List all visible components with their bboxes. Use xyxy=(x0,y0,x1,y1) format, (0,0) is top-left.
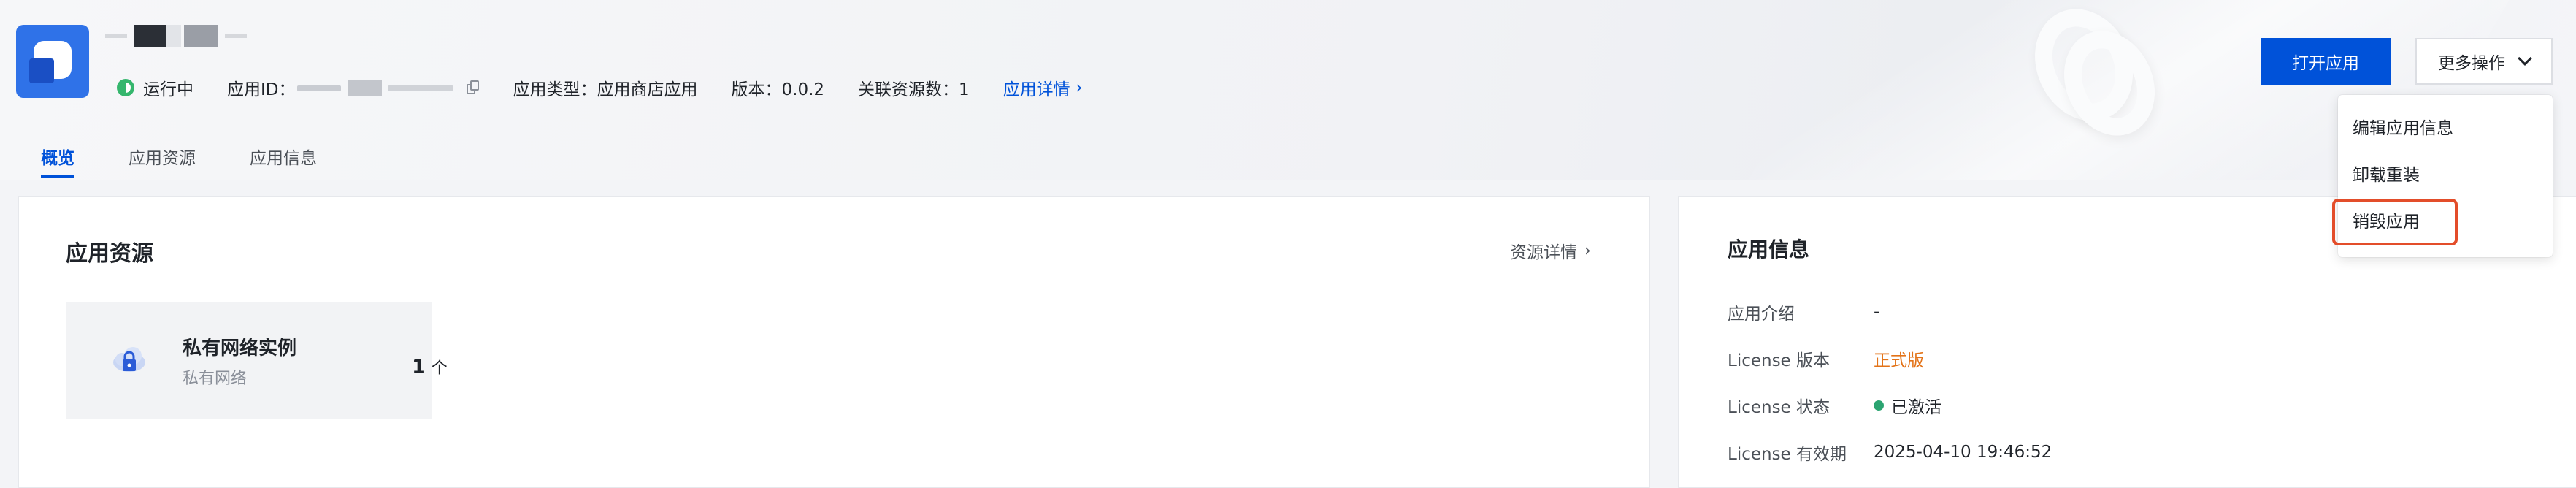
tab-app-info[interactable]: 应用信息 xyxy=(250,143,317,180)
resource-card-title: 私有网络实例 xyxy=(183,338,297,359)
app-id-value-redacted xyxy=(296,78,458,97)
app-logo xyxy=(16,25,89,98)
info-row-intro: 应用介绍 - xyxy=(1728,300,1879,324)
app-id-label: 应用ID： xyxy=(227,80,296,99)
info-row-license-status: License 状态 已激活 xyxy=(1728,393,1941,418)
app-detail-link[interactable]: 应用详情 › xyxy=(1003,75,1083,100)
info-row-license-edition: License 版本 正式版 xyxy=(1728,346,1924,371)
running-status-icon xyxy=(117,79,134,96)
app-id: 应用ID： xyxy=(227,75,480,100)
app-type: 应用类型：应用商店应用 xyxy=(513,80,698,99)
linked-resource-count: 关联资源数：1 xyxy=(858,80,970,99)
tab-overview[interactable]: 概览 xyxy=(41,143,74,180)
copy-icon[interactable] xyxy=(466,80,480,95)
app-version: 版本：0.0.2 xyxy=(731,80,825,99)
status-text: 运行中 xyxy=(143,80,193,99)
app-detail-link-label: 应用详情 xyxy=(1003,80,1070,99)
open-app-button[interactable]: 打开应用 xyxy=(2261,38,2391,85)
license-edition-value: 正式版 xyxy=(1874,351,1924,370)
chevron-down-icon xyxy=(2518,51,2532,66)
resources-panel: 应用资源 资源详情 › 私有网络实例 私有网络 1 个 xyxy=(18,196,1650,488)
info-label: License 有效期 xyxy=(1728,445,1847,464)
app-info-panel-title: 应用信息 xyxy=(1728,237,1810,262)
app-name-redacted xyxy=(105,20,251,50)
resource-count-value: 1 xyxy=(412,356,426,378)
resource-count-unit: 个 xyxy=(431,359,448,378)
menu-item-destroy-app[interactable]: 销毁应用 xyxy=(2353,207,2420,237)
menu-item-edit-app-info[interactable]: 编辑应用信息 xyxy=(2353,114,2453,143)
license-status-text: 已激活 xyxy=(1891,398,1941,417)
cloud-lock-icon xyxy=(113,347,145,372)
info-label: License 版本 xyxy=(1728,351,1831,370)
info-label: License 状态 xyxy=(1728,398,1831,417)
menu-item-uninstall-reinstall[interactable]: 卸载重装 xyxy=(2353,161,2420,190)
license-status-value: 已激活 xyxy=(1874,393,1941,418)
tab-app-resources[interactable]: 应用资源 xyxy=(129,143,196,180)
chevron-right-icon: › xyxy=(1584,241,1591,260)
more-actions-button[interactable]: 更多操作 xyxy=(2415,38,2553,85)
chevron-right-icon: › xyxy=(1076,78,1083,97)
resource-detail-link[interactable]: 资源详情 › xyxy=(1510,238,1591,263)
more-actions-menu: 编辑应用信息 卸载重装 销毁应用 xyxy=(2338,95,2553,257)
resources-panel-title: 应用资源 xyxy=(66,241,153,267)
app-meta-row: 运行中 应用ID： 应用类型：应用商店应用 版本：0.0.2 关联资源数：1 应… xyxy=(117,73,1082,102)
resource-card-subtitle: 私有网络 xyxy=(183,370,248,388)
info-value: - xyxy=(1874,302,1880,321)
tab-bar: 概览 应用资源 应用信息 xyxy=(41,143,371,180)
app-header: 运行中 应用ID： 应用类型：应用商店应用 版本：0.0.2 关联资源数：1 应… xyxy=(0,0,2576,180)
resource-count: 1 个 xyxy=(412,355,448,378)
license-validity-value: 2025-04-10 19:46:52 xyxy=(1874,443,2052,462)
resource-detail-label: 资源详情 xyxy=(1510,243,1577,262)
info-label: 应用介绍 xyxy=(1728,305,1795,324)
active-status-dot xyxy=(1874,400,1884,411)
vpc-resource-card[interactable]: 私有网络实例 私有网络 1 个 xyxy=(66,302,448,419)
more-actions-label: 更多操作 xyxy=(2438,54,2505,73)
info-row-license-validity: License 有效期 2025-04-10 19:46:52 xyxy=(1728,440,2052,465)
